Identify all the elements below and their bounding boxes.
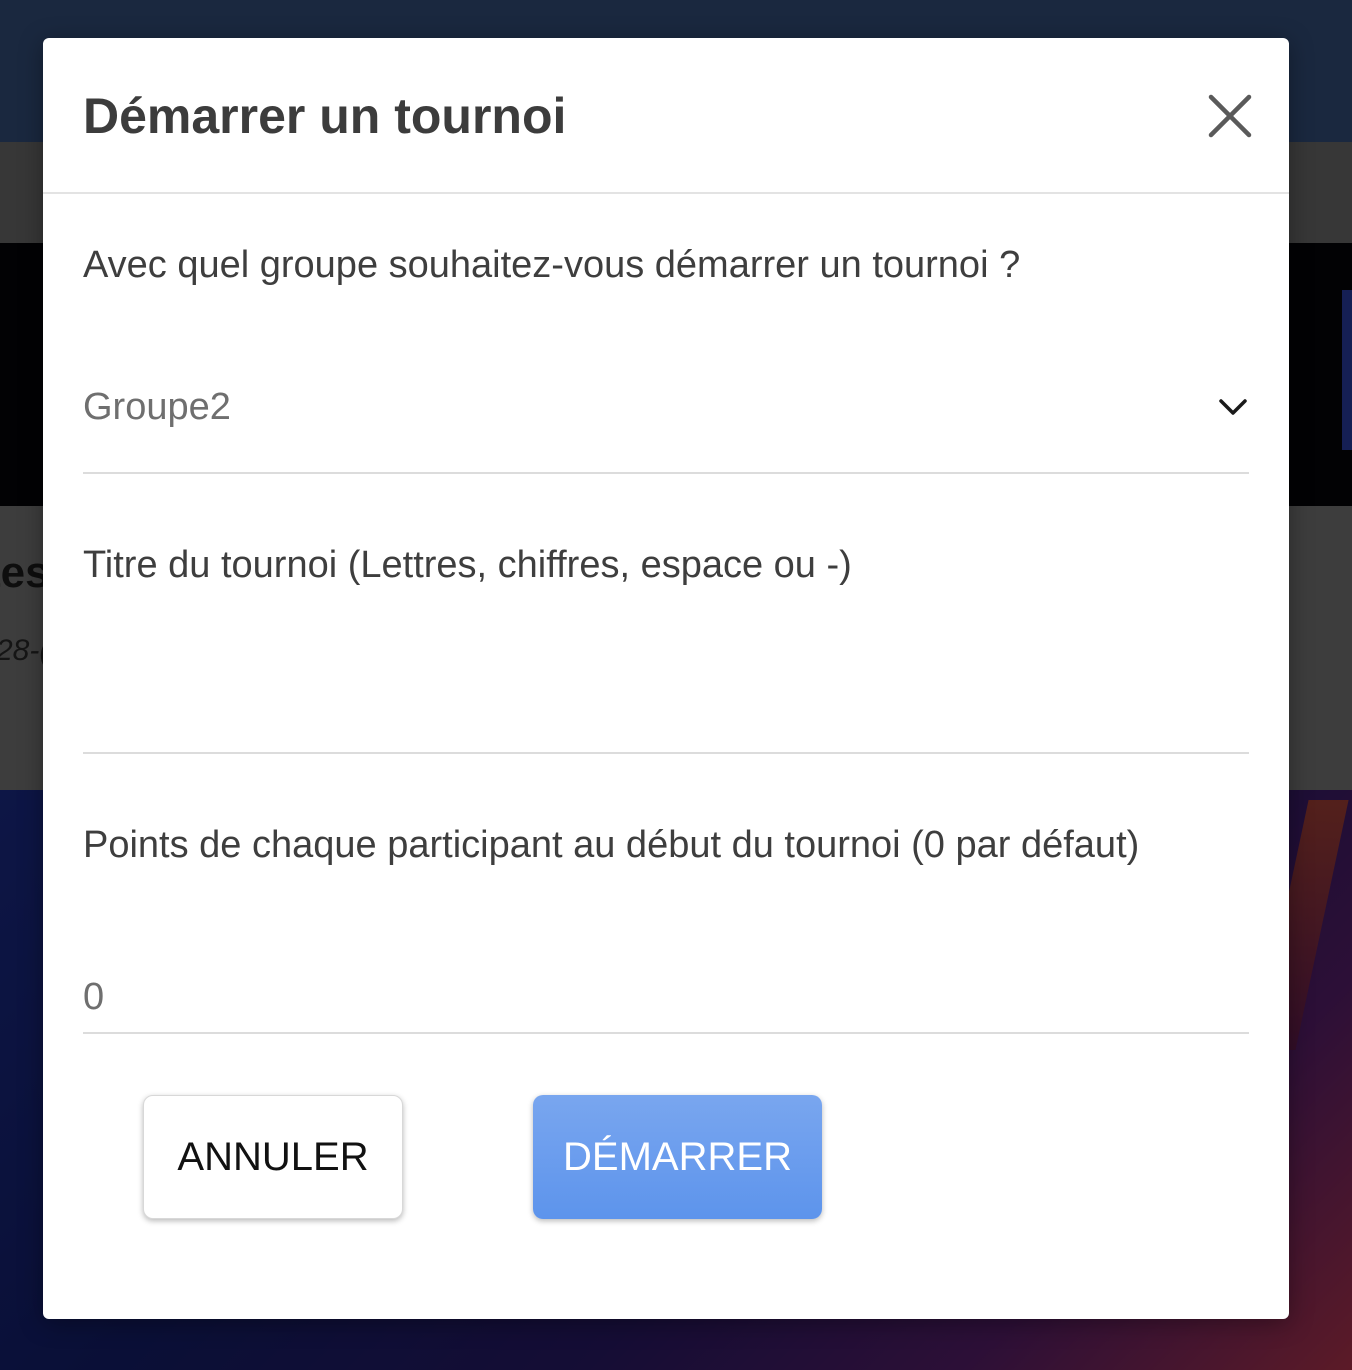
start-tournament-dialog: Démarrer un tournoi Avec quel groupe sou… bbox=[43, 38, 1289, 1319]
start-button[interactable]: DÉMARRER bbox=[533, 1095, 822, 1219]
group-select[interactable]: Groupe2 bbox=[83, 358, 1249, 474]
starting-points-label: Points de chaque participant au début du… bbox=[83, 824, 1140, 866]
close-button[interactable] bbox=[1207, 93, 1253, 139]
close-icon bbox=[1208, 94, 1252, 138]
tournament-title-label: Titre du tournoi (Lettres, chiffres, esp… bbox=[83, 544, 852, 586]
group-select-label: Avec quel groupe souhaitez-vous démarrer… bbox=[83, 244, 1021, 286]
dialog-header: Démarrer un tournoi bbox=[43, 38, 1289, 194]
cancel-button[interactable]: ANNULER bbox=[143, 1095, 403, 1219]
chevron-down-icon bbox=[1219, 399, 1247, 415]
tournament-title-input[interactable] bbox=[83, 682, 1249, 754]
dialog-title: Démarrer un tournoi bbox=[83, 88, 567, 144]
starting-points-input[interactable] bbox=[83, 962, 1249, 1034]
group-select-value: Groupe2 bbox=[83, 386, 231, 428]
